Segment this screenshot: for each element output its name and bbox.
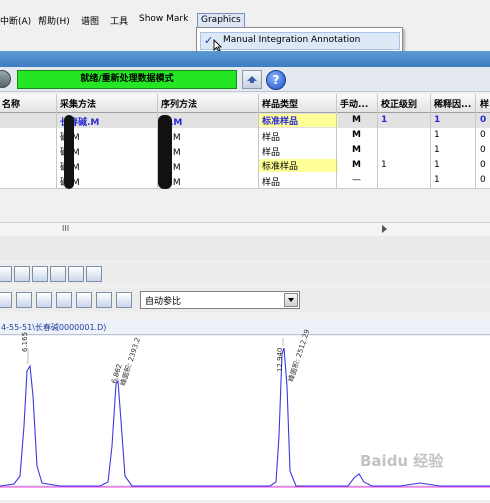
cell-dilution: 1 — [434, 130, 440, 140]
cell-cal-level: 1 — [381, 160, 387, 170]
menu-bar: 中断(A) 帮助(H) 谱图 工具 Show Mark Graphics — [0, 0, 490, 30]
menu-graphics[interactable]: Graphics — [197, 13, 245, 28]
title-band — [0, 51, 490, 67]
col-dilution[interactable]: 稀释因... — [434, 97, 471, 110]
chromatogram-plot[interactable]: 6.165 6.862 峰面积: 2393.2 12.940 峰面积: 2512… — [0, 328, 490, 500]
scroll-right-icon[interactable] — [382, 225, 387, 233]
cell-dilution: 1 — [434, 160, 440, 170]
chromatogram-title-bar: 4-55-51\长春碱0000001.D) — [0, 320, 490, 335]
col-manual[interactable]: 手动... — [340, 97, 368, 110]
redaction-mark — [64, 115, 74, 189]
cell-sample-type: 样品 — [262, 178, 281, 188]
stop-icon[interactable] — [0, 70, 11, 88]
cell-dilution: 1 — [434, 175, 440, 185]
col-sample-type[interactable]: 样品类型 — [262, 97, 298, 110]
col-cal-level[interactable]: 校正级别 — [381, 97, 417, 110]
sample-table-header: 名称 采集方法 序列方法 样品类型 手动... 校正级别 稀释因... 样 — [0, 94, 490, 113]
chevron-down-icon[interactable] — [284, 293, 298, 307]
cell-dilution: 1 — [434, 145, 440, 155]
scroll-thumb-grip[interactable]: III — [62, 224, 69, 233]
horizontal-scrollbar[interactable]: III — [0, 222, 490, 237]
pane-splitter[interactable] — [0, 236, 490, 260]
cell-sample-type: 标准样品 — [259, 159, 338, 172]
redaction-mark — [158, 115, 172, 189]
integration-tool-icon[interactable] — [16, 292, 32, 308]
cell-manual: M — [352, 130, 361, 140]
menu-interrupt[interactable]: 中断(A) — [0, 14, 31, 27]
table-empty-area — [0, 189, 490, 222]
col-acq-method[interactable]: 采集方法 — [60, 97, 96, 110]
cell-sample-type: 标准样品 — [259, 114, 338, 127]
tool-icon[interactable] — [50, 266, 66, 282]
col-sample[interactable]: 样 — [480, 97, 489, 110]
tool-icon[interactable] — [68, 266, 84, 282]
integration-tool-icon[interactable] — [116, 292, 132, 308]
peak-label: 6.165 — [21, 331, 29, 352]
cell-sample: 0 — [480, 145, 486, 155]
graphics-dropdown: ✓ Manual Integration Annotation — [196, 27, 403, 53]
cell-cal-level: 1 — [381, 115, 388, 125]
chart-toolbar-top — [0, 262, 490, 284]
help-icon[interactable]: ? — [266, 70, 286, 90]
checkmark-icon: ✓ — [204, 34, 214, 47]
tool-icon[interactable] — [14, 266, 30, 282]
integration-tool-icon[interactable] — [56, 292, 72, 308]
peak-label: 12.940 — [276, 347, 284, 373]
integration-tool-icon[interactable] — [76, 292, 92, 308]
menu-item-label: Manual Integration Annotation — [223, 35, 361, 45]
cell-manual: — — [352, 175, 361, 185]
chromatogram-svg — [0, 338, 490, 488]
arrow-icon — [247, 76, 257, 83]
chromatogram-file-label: 4-55-51\长春碱0000001.D) — [1, 323, 107, 332]
arrow-button[interactable] — [242, 70, 262, 89]
cell-sample-type: 样品 — [262, 133, 281, 143]
integration-tool-icon[interactable] — [36, 292, 52, 308]
cell-sample-type: 样品 — [262, 148, 281, 158]
reference-select-value: 自动参比 — [145, 297, 182, 307]
col-name[interactable]: 名称 — [2, 97, 20, 110]
cell-dilution: 1 — [434, 115, 441, 125]
menu-show-mark[interactable]: Show Mark — [139, 14, 188, 24]
tool-icon[interactable] — [0, 266, 12, 282]
watermark: Baidu 经验 — [360, 452, 444, 470]
cell-sample: 0 — [480, 160, 486, 170]
menu-help[interactable]: 帮助(H) — [38, 14, 70, 27]
reference-select[interactable]: 自动参比 — [140, 291, 300, 309]
cell-manual: M — [352, 145, 361, 155]
cell-manual: M — [352, 160, 361, 170]
integration-tool-icon[interactable] — [0, 292, 12, 308]
menu-item-manual-integration-annotation[interactable]: ✓ Manual Integration Annotation — [200, 32, 400, 52]
menu-tools[interactable]: 工具 — [110, 14, 128, 27]
col-seq-method[interactable]: 序列方法 — [161, 97, 197, 110]
integration-tool-icon[interactable] — [96, 292, 112, 308]
menu-chromatogram[interactable]: 谱图 — [81, 14, 99, 27]
tool-icon[interactable] — [32, 266, 48, 282]
cell-sample: 0 — [480, 130, 486, 140]
cell-manual: M — [352, 115, 361, 125]
cell-sample: 0 — [480, 175, 486, 185]
cell-sample: 0 — [480, 115, 487, 125]
tool-icon[interactable] — [86, 266, 102, 282]
status-indicator: 就绪/重新处理数据模式 — [17, 70, 237, 89]
